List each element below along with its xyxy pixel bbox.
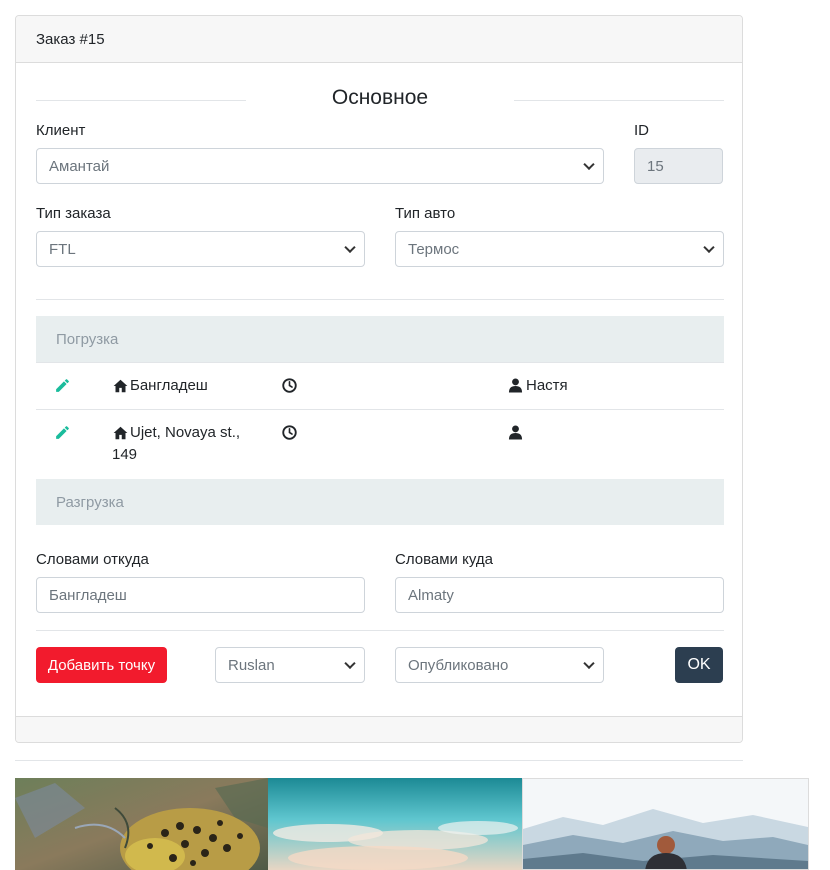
loading-label: Погрузка	[56, 330, 119, 348]
chevron-down-icon	[703, 241, 715, 254]
unloading-label: Разгрузка	[56, 493, 124, 511]
chevron-down-icon	[583, 657, 595, 670]
user-select-value: Ruslan	[228, 656, 275, 674]
to-words-label: Словами куда	[395, 551, 493, 568]
id-field: 15	[634, 148, 723, 184]
unloading-header: Разгрузка	[36, 479, 724, 525]
chevron-down-icon	[344, 241, 356, 254]
leopard-image[interactable]	[15, 778, 268, 870]
user-icon	[508, 425, 523, 440]
order-type-label: Тип заказа	[36, 205, 111, 222]
card-header: Заказ #15	[16, 16, 742, 63]
order-type-value: FTL	[49, 240, 76, 258]
loading-address-line1: Ujet, Novaya st.,	[130, 424, 241, 441]
sky-image[interactable]	[268, 778, 522, 870]
clock-icon	[282, 378, 297, 393]
order-type-select[interactable]: FTL	[36, 231, 365, 267]
add-point-button[interactable]: Добавить точку	[36, 647, 167, 683]
loading-contact: Настя	[526, 377, 568, 394]
row-divider	[36, 409, 724, 410]
divider	[36, 299, 724, 300]
car-type-select[interactable]: Термос	[395, 231, 724, 267]
loading-address: Бангладеш	[130, 377, 208, 394]
order-card: Заказ #15 Основное Клиент Амантай ID 15 …	[15, 15, 743, 743]
client-label: Клиент	[36, 122, 86, 139]
to-words-placeholder: Almaty	[408, 586, 454, 604]
chevron-down-icon	[344, 657, 356, 670]
id-label: ID	[634, 122, 649, 139]
section-divider-right	[514, 100, 724, 101]
to-words-input[interactable]: Almaty	[395, 577, 724, 613]
home-icon	[113, 379, 128, 393]
pencil-icon[interactable]	[54, 377, 71, 394]
order-title: Заказ #15	[36, 31, 105, 48]
from-words-label: Словами откуда	[36, 551, 149, 568]
chevron-down-icon	[583, 158, 595, 171]
status-select[interactable]: Опубликовано	[395, 647, 604, 683]
divider	[36, 630, 724, 631]
section-title: Основное	[331, 86, 429, 109]
client-value: Амантай	[49, 157, 110, 175]
row-divider	[36, 362, 724, 363]
car-type-label: Тип авто	[395, 205, 456, 222]
clock-icon	[282, 425, 297, 440]
id-value: 15	[647, 157, 664, 175]
loading-header: Погрузка	[36, 316, 724, 362]
loading-address-line2: 149	[112, 446, 138, 463]
user-select[interactable]: Ruslan	[215, 647, 365, 683]
mountain-image[interactable]	[522, 778, 809, 870]
from-words-placeholder: Бангладеш	[49, 586, 127, 604]
status-select-value: Опубликовано	[408, 656, 509, 674]
section-divider-left	[36, 100, 246, 101]
pencil-icon[interactable]	[54, 424, 71, 441]
page-divider	[15, 760, 743, 761]
ok-button[interactable]: OK	[675, 647, 723, 683]
user-icon	[508, 378, 523, 393]
home-icon	[113, 426, 128, 440]
from-words-input[interactable]: Бангладеш	[36, 577, 365, 613]
car-type-value: Термос	[408, 240, 460, 258]
client-select[interactable]: Амантай	[36, 148, 604, 184]
card-footer	[16, 716, 742, 742]
